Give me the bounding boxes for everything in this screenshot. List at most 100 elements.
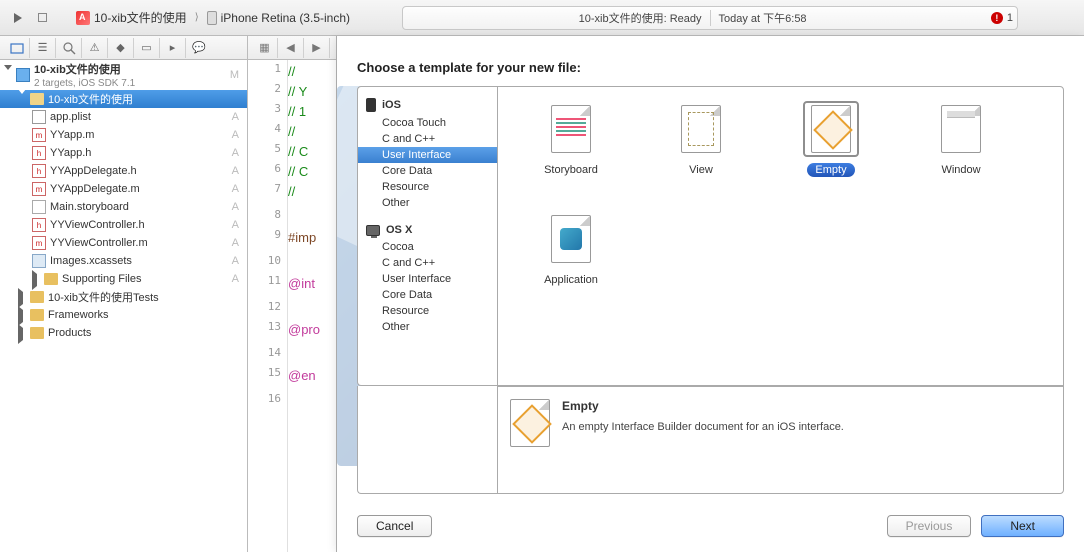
scheme-device-label: iPhone Retina (3.5-inch)	[221, 11, 350, 25]
disclosure-right-icon	[18, 288, 23, 308]
category-item[interactable]: Core Data	[358, 287, 497, 303]
related-items-button[interactable]: ▦	[252, 38, 278, 58]
line-number: 2	[248, 82, 287, 102]
category-item[interactable]: Cocoa	[358, 239, 497, 255]
scheme-device[interactable]: iPhone Retina (3.5-inch)	[203, 9, 354, 27]
find-navigator-tab[interactable]	[56, 38, 82, 58]
file-label: YYAppDelegate.h	[50, 165, 137, 177]
line-number: 10	[248, 254, 287, 274]
status-right: Today at 下午6:58	[719, 10, 807, 26]
stop-button[interactable]	[30, 7, 54, 29]
previous-button[interactable]: Previous	[887, 515, 972, 537]
assets-file-icon	[32, 254, 46, 268]
sidebar-file[interactable]: m YYapp.m A	[0, 126, 247, 144]
app-icon	[76, 11, 90, 25]
line-number: 12	[248, 300, 287, 320]
vcs-status: A	[232, 219, 239, 231]
desc-title: Empty	[562, 399, 844, 413]
top-toolbar: 10-xib文件的使用 ⟩ iPhone Retina (3.5-inch) 1…	[0, 0, 1084, 36]
m-file-icon: m	[32, 128, 46, 142]
file-label: Images.xcassets	[50, 255, 132, 267]
forward-button[interactable]: ▶	[304, 38, 330, 58]
line-number: 5	[248, 142, 287, 162]
symbol-navigator-tab[interactable]: ☰	[30, 38, 56, 58]
line-number: 14	[248, 346, 287, 366]
vcs-status: A	[232, 111, 239, 123]
folder-icon	[30, 291, 44, 303]
chevron-right-icon: ⟩	[195, 12, 199, 23]
disclosure-down-icon	[18, 89, 26, 106]
sidebar-file[interactable]: mYYAppDelegate.mA	[0, 180, 247, 198]
code-line: //	[288, 62, 320, 82]
debug-navigator-tab[interactable]: ▭	[134, 38, 160, 58]
category-item[interactable]: Core Data	[358, 163, 497, 179]
iphone-icon	[366, 98, 376, 112]
line-number: 11	[248, 274, 287, 294]
code-line	[288, 300, 320, 320]
vcs-status: A	[232, 147, 239, 159]
sidebar-group[interactable]: Frameworks	[0, 306, 247, 324]
category-item[interactable]: Cocoa Touch	[358, 115, 497, 131]
sidebar-file[interactable]: hYYapp.hA	[0, 144, 247, 162]
template-panel: Storyboard ViewEmptyWindow Application	[497, 86, 1064, 386]
sidebar-group[interactable]: Supporting Files A	[0, 270, 247, 288]
sidebar-file[interactable]: hYYViewController.hA	[0, 216, 247, 234]
sidebar-file[interactable]: Main.storyboardA	[0, 198, 247, 216]
category-item[interactable]: Resource	[358, 179, 497, 195]
template-item[interactable]: Application	[506, 211, 636, 321]
category-item[interactable]: Resource	[358, 303, 497, 319]
xcodeproj-icon	[16, 68, 30, 82]
code-line: //	[288, 182, 320, 202]
file-label: YYapp.h	[50, 147, 91, 159]
template-icon-wrap	[673, 101, 729, 157]
category-item[interactable]: C and C++	[358, 131, 497, 147]
file-label: YYViewController.m	[50, 237, 148, 249]
sidebar-file[interactable]: Images.xcassetsA	[0, 252, 247, 270]
log-navigator-tab[interactable]: 💬	[186, 38, 212, 58]
category-item[interactable]: User Interface	[358, 271, 497, 287]
section-label: OS X	[386, 224, 412, 236]
template-item[interactable]: Empty	[766, 101, 896, 211]
file-label: YYapp.m	[50, 129, 94, 141]
sidebar-group[interactable]: 10-xib文件的使用Tests	[0, 288, 247, 306]
next-button[interactable]: Next	[981, 515, 1064, 537]
category-item[interactable]: C and C++	[358, 255, 497, 271]
test-navigator-tab[interactable]: ◆	[108, 38, 134, 58]
template-item[interactable]: Storyboard	[506, 101, 636, 211]
disclosure-down-icon	[4, 65, 12, 82]
run-button[interactable]	[6, 7, 30, 29]
vcs-status: A	[232, 129, 239, 141]
sidebar-file[interactable]: hYYAppDelegate.hA	[0, 162, 247, 180]
sidebar-file[interactable]: mYYViewController.mA	[0, 234, 247, 252]
scheme-project[interactable]: 10-xib文件的使用	[72, 7, 191, 28]
template-label: Storyboard	[536, 163, 606, 177]
project-navigator-tab[interactable]	[4, 38, 30, 58]
category-item[interactable]: Other	[358, 319, 497, 335]
cancel-button[interactable]: Cancel	[357, 515, 432, 537]
document-icon	[811, 105, 851, 153]
line-gutter: 12345678910111213141516	[248, 60, 288, 552]
category-item[interactable]: User Interface	[358, 147, 497, 163]
sidebar-group[interactable]: Products	[0, 324, 247, 342]
back-button[interactable]: ◀	[278, 38, 304, 58]
project-root[interactable]: 10-xib文件的使用 2 targets, iOS SDK 7.1 M	[0, 60, 247, 90]
scheme-breadcrumb[interactable]: 10-xib文件的使用 ⟩ iPhone Retina (3.5-inch)	[72, 7, 354, 28]
category-item[interactable]: Other	[358, 195, 497, 211]
sidebar-group[interactable]: 10-xib文件的使用	[0, 90, 247, 108]
sidebar-file[interactable]: app.plistA	[0, 108, 247, 126]
error-count: 1	[1007, 12, 1013, 24]
project-name: 10-xib文件的使用	[34, 61, 135, 77]
template-item[interactable]: View	[636, 101, 766, 211]
section-label: iOS	[382, 99, 401, 111]
line-number: 16	[248, 392, 287, 412]
code-line	[288, 254, 320, 274]
issue-navigator-tab[interactable]: ⚠	[82, 38, 108, 58]
magnifier-icon	[62, 41, 76, 55]
group-label: Supporting Files	[62, 273, 142, 285]
line-number: 8	[248, 208, 287, 228]
scheme-project-label: 10-xib文件的使用	[94, 9, 187, 26]
description-panel: Empty An empty Interface Builder documen…	[497, 386, 1064, 494]
template-item[interactable]: Window	[896, 101, 1026, 211]
error-badge-icon[interactable]: !	[991, 12, 1003, 24]
breakpoint-navigator-tab[interactable]: ▸	[160, 38, 186, 58]
